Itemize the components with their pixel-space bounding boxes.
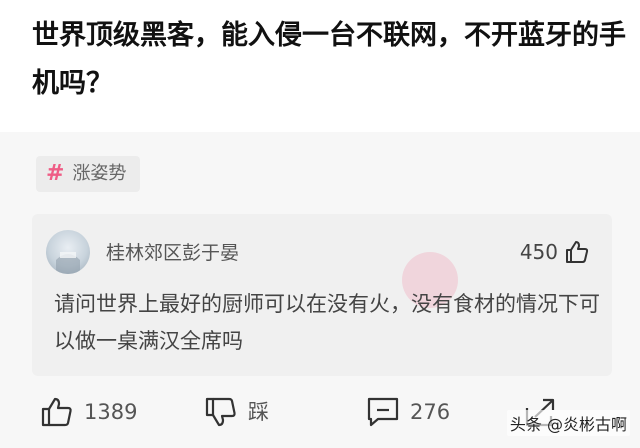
hash-icon: # xyxy=(46,161,65,186)
like-count: 1389 xyxy=(84,400,138,424)
thumbs-up-icon xyxy=(40,396,74,428)
like-button[interactable]: 1389 xyxy=(40,396,137,428)
dislike-button[interactable]: 踩 xyxy=(204,396,269,428)
question-title: 世界顶级黑客，能入侵一台不联网，不开蓝牙的手机吗？ xyxy=(32,20,626,99)
question-header: 世界顶级黑客，能入侵一台不联网，不开蓝牙的手机吗？ xyxy=(0,0,640,132)
answer-like-button[interactable]: 450 xyxy=(520,238,590,266)
answer-card[interactable]: 桂林郊区彭于晏 450 请问世界上最好的厨师可以在没有火，没有食材的情况下可以做… xyxy=(32,214,612,376)
thumbs-down-icon xyxy=(204,396,238,428)
answer-text: 请问世界上最好的厨师可以在没有火，没有食材的情况下可以做一桌满汉全席吗 xyxy=(54,292,600,353)
answer-like-count: 450 xyxy=(519,240,558,264)
avatar[interactable] xyxy=(46,230,90,274)
comment-count: 276 xyxy=(410,400,451,424)
comment-button[interactable]: 276 xyxy=(366,396,450,428)
comment-icon xyxy=(366,396,400,428)
topic-tag[interactable]: # 涨姿势 xyxy=(36,156,141,192)
thumbs-up-icon xyxy=(564,239,590,265)
topic-label: 涨姿势 xyxy=(72,163,127,184)
watermark: 头条 @炎彬古啊 xyxy=(506,410,630,436)
dislike-label: 踩 xyxy=(248,400,269,424)
author-name[interactable]: 桂林郊区彭于晏 xyxy=(106,241,239,265)
